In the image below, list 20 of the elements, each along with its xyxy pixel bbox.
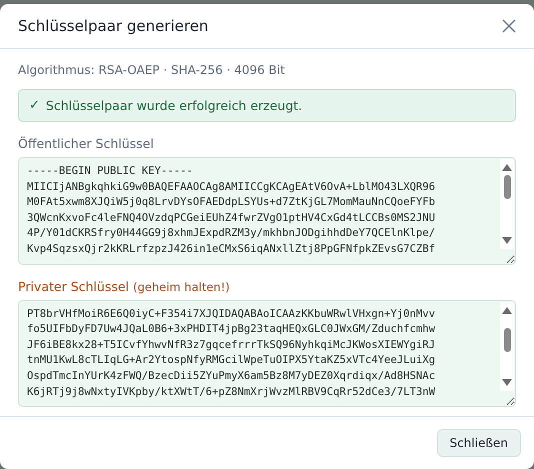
scroll-up-icon	[502, 163, 512, 171]
alert-message: Schlüsselpaar wurde erfolgreich erzeugt.	[46, 98, 302, 113]
scroll-down-icon	[502, 236, 512, 245]
key-field[interactable]: PT8brVHfMoiR6E6Q0iyC+F354i7XJQIDAQABAoICAAzKKbuWRwlVHxgn+Yj0nMvv fo5UIFbDyFD7Uw4JQaL0B6+3xPHDIT4jpBg23taqHEQxGLC0JWxGM/Zduchfcmhw JF6iBE8kx28+T5ICvfYhwvNfR3z7gqcefrrrTkSQ96NyhkqiMcJKWosXIEWYgiRJ tnMU1KwL8cTLIqLG+Ar2YtospNfyRMGcilWpeTuOIPX5YtaKZ5xVTc4YeeJLuiXg OspdTmcInYUrK4zFWQ/BzecDii5ZYuPmyX6am5Bz8M7yDEZ0Xqrdiqx/Ad8HSNAc K6jRTj9j8wNxtyIVKpby/ktXWtT/6+pZ8NmXrjWvzMlRBV9CqRr52dCe3/7LT3nW	[18, 300, 516, 408]
scrollbar[interactable]	[500, 159, 514, 249]
field-label: Privater Schlüssel	[18, 278, 130, 294]
check-icon: ✓	[29, 98, 40, 113]
scrollbar-thumb[interactable]	[504, 328, 510, 352]
dialog-title: Schlüsselpaar generieren	[18, 17, 208, 35]
close-icon	[502, 19, 516, 33]
scroll-up-icon	[502, 306, 512, 314]
scrollbar-thumb[interactable]	[504, 175, 510, 199]
close-button[interactable]	[500, 17, 518, 35]
close-dialog-button[interactable]: Schließen	[436, 429, 521, 457]
scroll-down-icon	[502, 379, 512, 388]
scrollbar[interactable]	[500, 302, 514, 392]
field-note: (geheim halten!)	[133, 280, 230, 294]
field-label: Öffentlicher Schlüssel	[18, 136, 154, 151]
key-field[interactable]: -----BEGIN PUBLIC KEY----- MIICIjANBgkqhkiG9w0BAQEFAAOCAg8AMIICCgKCAgEAtV6OvA+LblMO43LXQR96 M0FAt5xwm8XJQiW5j0q8LrvDYsOFAEDdpLSYUs+d7ZtKjGL7MomMauNnCQoeFYFb 3QWcnKxvoFc4leFNQ4OVzdqPCGeiEUhZ4fwrZVgO1ptHV4CxGd4tLCCBs0MS2JNU 4P/Y01dCKRSfry0H44GG9j8xhmJExpdRZM3y/mkhbnJODgihhdDeY7QCElnKlpe/ Kvp4SqzsxQjr2kKRLrfzpzJ426in1eCMxS6iqANxllZtj8PpGFNfpkZEvsG7CZBf	[18, 157, 516, 265]
algorithm-text: Algorithmus: RSA-OAEP · SHA-256 · 4096 Bit	[18, 63, 286, 77]
